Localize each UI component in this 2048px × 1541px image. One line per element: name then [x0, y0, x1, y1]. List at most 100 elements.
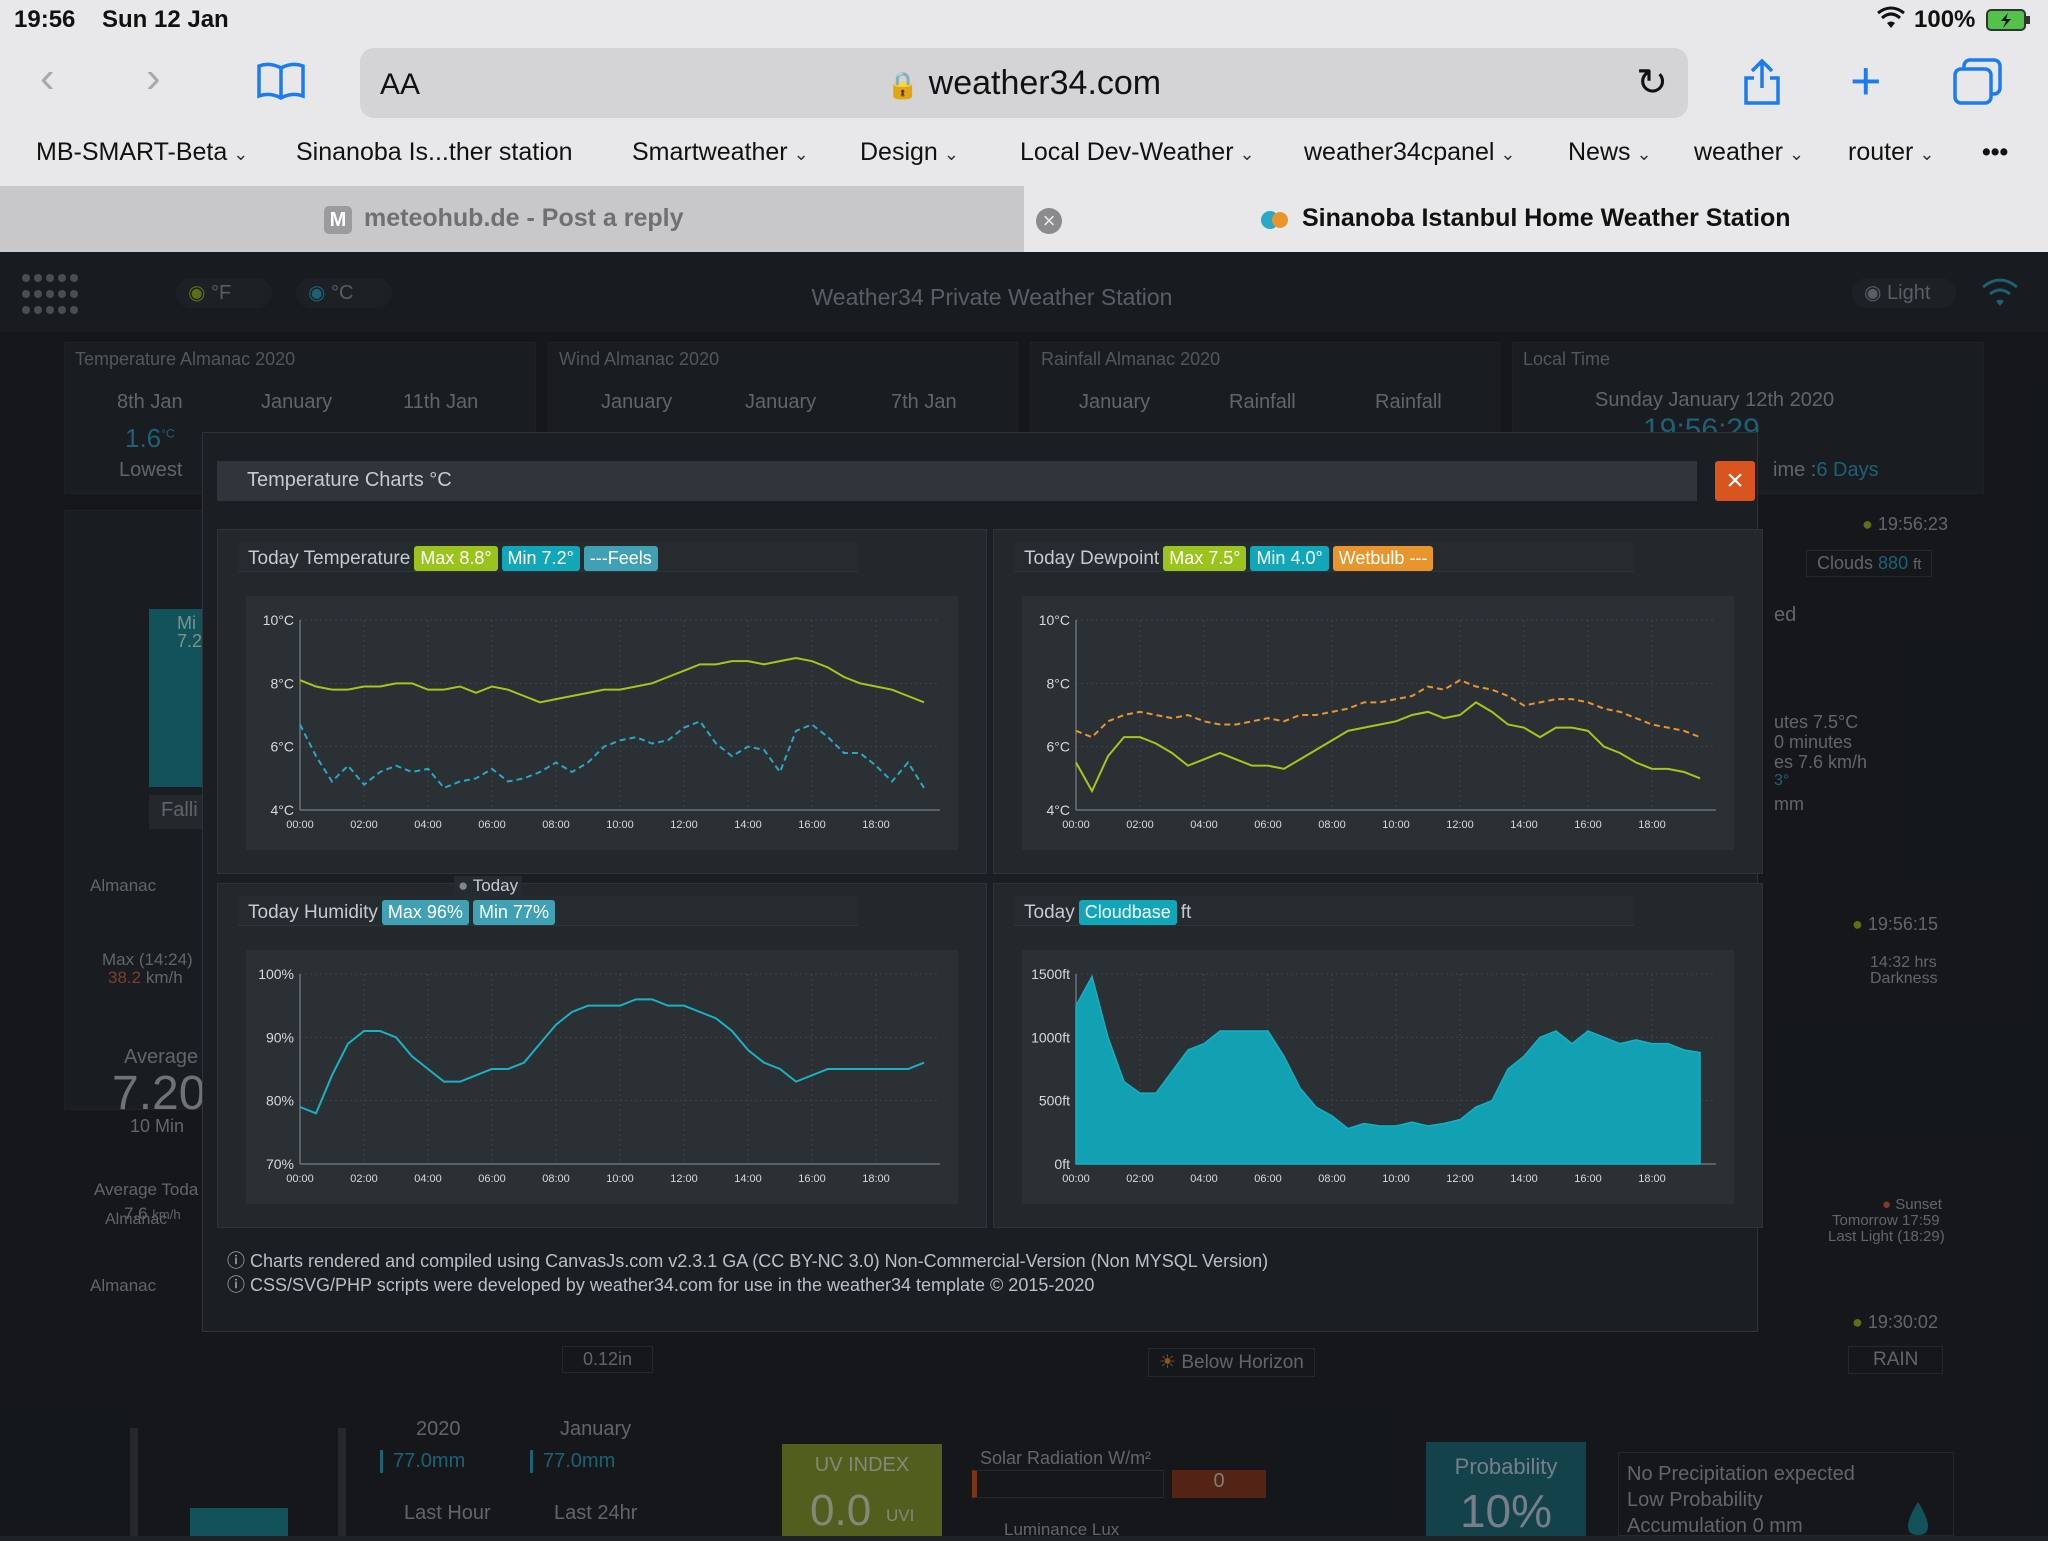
x-tick-label: 08:00	[542, 819, 570, 831]
x-tick-label: 08:00	[542, 1173, 570, 1185]
wifi-icon	[1876, 6, 1906, 37]
x-tick-label: 04:00	[1190, 1173, 1218, 1185]
close-modal-button[interactable]: ×	[1715, 461, 1755, 501]
feels-badge: ---Feels	[583, 546, 658, 571]
y-tick-label: 10°C	[263, 612, 294, 628]
x-tick-label: 00:00	[1062, 819, 1090, 831]
bookmark-link[interactable]: Sinanoba Is...ther station	[296, 138, 573, 167]
chart-background	[1022, 596, 1734, 850]
x-tick-label: 04:00	[1190, 819, 1218, 831]
cloudbase-chart-card: Today Cloudbase ft 0ft 500ft 1000ft 1500ft 00:…	[993, 883, 1763, 1228]
y-tick-label: 100%	[258, 966, 294, 982]
min-badge: Min 7.2°	[501, 546, 580, 571]
x-tick-label: 12:00	[1446, 819, 1474, 831]
cloudbase-badge: Cloudbase	[1078, 900, 1177, 925]
x-tick-label: 18:00	[862, 819, 890, 831]
y-tick-label: 10°C	[1039, 612, 1070, 628]
chart-header: Today Dewpoint Max 7.5° Min 4.0° Wetbulb --…	[1014, 542, 1634, 572]
url-field[interactable]: 🔒 weather34.com	[360, 64, 1688, 103]
battery-icon	[1986, 8, 2032, 39]
forward-icon[interactable]: ›	[146, 56, 161, 100]
cloudbase-chart: 0ft 500ft 1000ft 1500ft 00:00 02:00 04:00 06:00…	[1022, 950, 1734, 1204]
dewpoint-chart: 4°C 6°C 8°C 10°C 00:00 02:00 04:00 06:00 08:00 10…	[1022, 596, 1734, 850]
x-tick-label: 02:00	[1126, 1173, 1154, 1185]
bookmark-folder[interactable]: MB-SMART-Beta ⌄	[36, 138, 248, 167]
x-tick-label: 00:00	[286, 1173, 314, 1185]
bookmarks-bar: MB-SMART-Beta ⌄ Sinanoba Is...ther statio…	[0, 132, 2048, 178]
x-tick-label: 08:00	[1318, 1173, 1346, 1185]
y-tick-label: 6°C	[1047, 739, 1071, 755]
modal-header: Temperature Charts °C	[217, 461, 1697, 501]
x-tick-label: 16:00	[798, 819, 826, 831]
chart-title: Today Dewpoint	[1024, 548, 1160, 569]
lock-icon: 🔒	[886, 70, 920, 100]
max-badge: Max 7.5°	[1163, 546, 1247, 571]
y-tick-label: 8°C	[271, 675, 295, 691]
x-tick-label: 10:00	[606, 1173, 634, 1185]
bookmarks-book-icon[interactable]	[256, 60, 306, 108]
chart-caption: Today Dewpoint Max 7.5° Min 4.0° Wetbulb --…	[1024, 546, 1434, 571]
x-tick-label: 04:00	[414, 819, 442, 831]
tab-label: Sinanoba Istanbul Home Weather Station	[1302, 204, 1791, 232]
tab-favicon: M	[324, 206, 352, 234]
today-tooltip: ● Today	[454, 876, 523, 896]
x-tick-label: 10:00	[606, 819, 634, 831]
bookmark-folder[interactable]: News ⌄	[1568, 138, 1652, 167]
x-tick-label: 02:00	[350, 819, 378, 831]
x-tick-label: 08:00	[1318, 819, 1346, 831]
humidity-chart: 70% 80% 90% 100% 00:00 02:00 04:00 06:00 08:00 10…	[246, 950, 958, 1204]
bookmark-folder[interactable]: Local Dev-Weather ⌄	[1020, 138, 1255, 167]
x-tick-label: 00:00	[286, 819, 314, 831]
browser-chrome: 19:56 Sun 12 Jan 100% ‹ › AA 🔒 weather34…	[0, 0, 2048, 252]
bookmark-folder[interactable]: Design ⌄	[860, 138, 959, 167]
footnote-line: ⓘ Charts rendered and compiled using Can…	[227, 1251, 1269, 1271]
max-badge: Max 8.8°	[414, 546, 498, 571]
y-tick-label: 500ft	[1039, 1093, 1070, 1109]
x-tick-label: 16:00	[1574, 819, 1602, 831]
more-bookmarks-button[interactable]: •••	[1982, 138, 2008, 167]
close-tab-icon[interactable]: ×	[1036, 208, 1062, 234]
bookmark-folder[interactable]: router ⌄	[1848, 138, 1934, 167]
x-tick-label: 12:00	[670, 819, 698, 831]
chart-background	[246, 596, 958, 850]
battery-percent: 100%	[1914, 6, 1976, 33]
status-time: 19:56	[14, 6, 76, 33]
tabs-overview-icon[interactable]	[1952, 58, 2004, 114]
x-tick-label: 06:00	[1254, 1173, 1282, 1185]
chart-footnotes: ⓘ Charts rendered and compiled using Can…	[227, 1249, 1268, 1297]
chart-title: Today Humidity	[248, 902, 378, 923]
min-badge: Min 77%	[472, 900, 555, 925]
address-bar[interactable]: AA 🔒 weather34.com ↻	[360, 48, 1688, 118]
chart-title: Today Temperature	[248, 548, 411, 569]
humidity-chart-card: ● Today Today Humidity Max 96% Min 77% 70%…	[217, 876, 987, 1228]
bookmark-folder[interactable]: Smartweather ⌄	[632, 138, 809, 167]
chart-caption: Today Temperature Max 8.8° Min 7.2° ---Feel…	[248, 546, 658, 571]
bookmark-folder[interactable]: weather ⌄	[1694, 138, 1804, 167]
chart-background	[246, 950, 958, 1204]
new-tab-icon[interactable]: +	[1850, 54, 1882, 108]
x-tick-label: 14:00	[734, 819, 762, 831]
bookmark-folder[interactable]: weather34cpanel ⌄	[1304, 138, 1516, 167]
x-tick-label: 18:00	[1638, 819, 1666, 831]
share-icon[interactable]	[1740, 58, 1784, 114]
x-tick-label: 14:00	[1510, 819, 1538, 831]
tab-sinanoba[interactable]: × Sinanoba Istanbul Home Weather Station	[1024, 186, 2048, 252]
x-tick-label: 10:00	[1382, 1173, 1410, 1185]
weather-favicon-icon	[1260, 208, 1288, 232]
tab-meteohub[interactable]: M meteohub.de - Post a reply	[0, 186, 1024, 252]
x-tick-label: 14:00	[734, 1173, 762, 1185]
x-tick-label: 14:00	[1510, 1173, 1538, 1185]
status-date: Sun 12 Jan	[102, 6, 229, 33]
y-tick-label: 80%	[266, 1093, 294, 1109]
x-tick-label: 02:00	[1126, 819, 1154, 831]
y-tick-label: 4°C	[1047, 802, 1071, 818]
footnote-line: ⓘ CSS/SVG/PHP scripts were developed by …	[227, 1275, 1095, 1295]
x-tick-label: 16:00	[1574, 1173, 1602, 1185]
back-icon[interactable]: ‹	[40, 56, 55, 100]
x-tick-label: 00:00	[1062, 1173, 1090, 1185]
x-tick-label: 04:00	[414, 1173, 442, 1185]
y-tick-label: 4°C	[271, 802, 295, 818]
tab-label: meteohub.de - Post a reply	[364, 204, 684, 232]
url-text: weather34.com	[928, 64, 1162, 102]
reload-icon[interactable]: ↻	[1636, 60, 1668, 105]
